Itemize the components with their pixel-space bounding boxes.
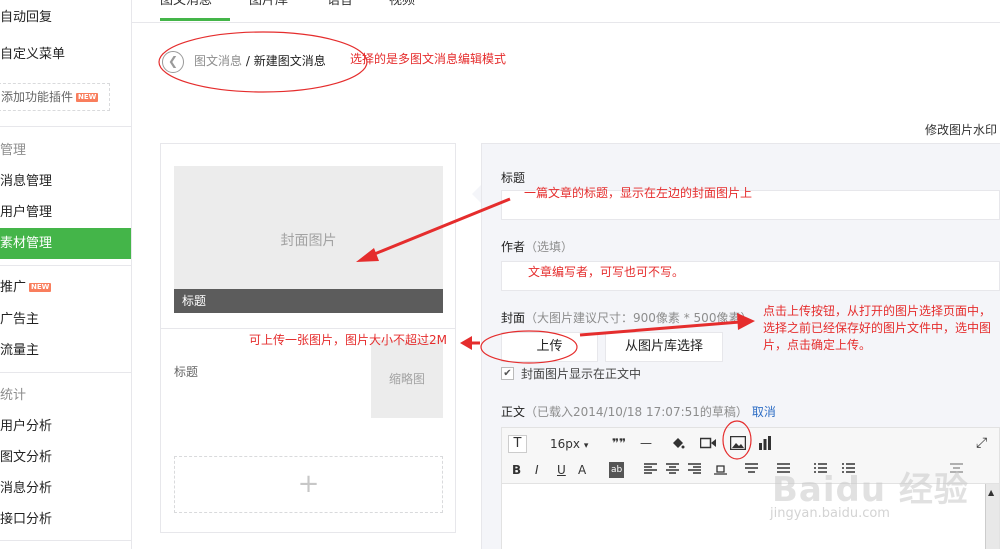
select-from-library-button[interactable]: 从图片库选择 bbox=[605, 332, 723, 362]
breadcrumb: 图文消息 / 新建图文消息 bbox=[194, 52, 326, 70]
font-color-icon[interactable]: A bbox=[578, 462, 586, 478]
baidu-watermark-logo: Baidu 经验 bbox=[772, 470, 969, 510]
chevron-down-icon: ▾ bbox=[583, 441, 589, 451]
cover-label: 封面（大图片建议尺寸：900像素 * 500像素） bbox=[501, 310, 752, 326]
title-label: 标题 bbox=[501, 171, 526, 185]
breadcrumb-current: 新建图文消息 bbox=[253, 54, 326, 68]
sidebar-item-api-analysis[interactable]: 接口分析 bbox=[0, 504, 131, 535]
align-center-icon[interactable] bbox=[666, 463, 679, 475]
paint-bucket-icon[interactable] bbox=[670, 436, 685, 450]
chart-icon[interactable] bbox=[758, 436, 772, 450]
underline-icon[interactable]: U bbox=[557, 462, 566, 478]
sidebar-item-user-analysis[interactable]: 用户分析 bbox=[0, 411, 131, 442]
video-icon[interactable] bbox=[700, 437, 717, 449]
divider bbox=[0, 265, 131, 266]
tab-video[interactable]: 视频 bbox=[389, 0, 415, 21]
tab-bar: 图文消息 图片库 语音 视频 bbox=[132, 0, 1000, 23]
cover-hint: （大图片建议尺寸：900像素 * 500像素） bbox=[525, 311, 753, 325]
cancel-draft-link[interactable]: 取消 bbox=[752, 405, 776, 419]
draft-hint: （已载入2014/10/18 17:07:51的草稿） bbox=[525, 405, 748, 419]
divider bbox=[0, 372, 131, 373]
show-cover-label: 封面图片显示在正文中 bbox=[521, 367, 642, 381]
back-icon[interactable]: ❮ bbox=[162, 51, 184, 73]
baidu-watermark-url: jingyan.baidu.com bbox=[770, 506, 890, 521]
annotation-mode: 选择的是多图文消息编辑模式 bbox=[350, 52, 507, 66]
italic-icon[interactable]: I bbox=[535, 462, 539, 478]
sidebar-item-traffic-owner[interactable]: 流量主 bbox=[0, 335, 131, 366]
editor-toolbar: T 16px ▾ ❞❞ — ⤢ bbox=[501, 427, 1000, 458]
breadcrumb-parent[interactable]: 图文消息 bbox=[194, 54, 242, 68]
paragraph-spacing-icon[interactable] bbox=[745, 463, 758, 475]
tab-image-library[interactable]: 图片库 bbox=[249, 0, 288, 21]
font-size-value: 16px bbox=[550, 437, 580, 451]
sidebar-item-article-analysis[interactable]: 图文分析 bbox=[0, 442, 131, 473]
background-color-icon[interactable]: ab bbox=[609, 462, 625, 478]
bold-icon[interactable]: B bbox=[512, 462, 521, 478]
edit-watermark-link[interactable]: 修改图片水印 bbox=[925, 121, 997, 138]
sidebar-item-material-manage[interactable]: 素材管理 bbox=[0, 228, 131, 259]
arrowhead-upload-left bbox=[460, 336, 472, 350]
sidebar: 自动回复 自定义菜单 添加功能插件 NEW 管理 消息管理 用户管理 素材管理 推… bbox=[0, 0, 132, 549]
sidebar-item-msg-manage[interactable]: 消息管理 bbox=[0, 166, 131, 197]
author-label-text: 作者 bbox=[501, 240, 526, 254]
sidebar-item-auto-reply[interactable]: 自动回复 bbox=[0, 8, 131, 28]
annotation-author: 文章编写者，可写也可不写。 bbox=[528, 265, 685, 279]
divider bbox=[161, 328, 455, 329]
article-item-title[interactable]: 标题 bbox=[174, 363, 198, 380]
thumbnail-placeholder[interactable]: 缩略图 bbox=[371, 340, 443, 418]
sidebar-item-user-manage[interactable]: 用户管理 bbox=[0, 197, 131, 228]
tab-article[interactable]: 图文消息 bbox=[160, 0, 230, 21]
align-right-icon[interactable] bbox=[688, 463, 701, 475]
sidebar-item-msg-analysis[interactable]: 消息分析 bbox=[0, 473, 131, 504]
image-insert-icon[interactable] bbox=[730, 436, 746, 450]
text-format-icon[interactable]: T bbox=[508, 435, 527, 453]
cover-label-text: 封面 bbox=[501, 311, 526, 325]
cover-title: 标题 bbox=[174, 289, 443, 313]
group-title-promo: 推广 NEW bbox=[0, 278, 52, 298]
horizontal-rule-icon[interactable]: — bbox=[640, 435, 652, 451]
font-size-select[interactable]: 16px ▾ bbox=[550, 436, 588, 454]
annotation-title: 一篇文章的标题，显示在左边的封面图片上 bbox=[524, 186, 753, 200]
valign-icon[interactable] bbox=[714, 463, 727, 475]
align-left-icon[interactable] bbox=[644, 463, 657, 475]
scrollbar[interactable]: ▲ bbox=[985, 484, 999, 549]
author-label: 作者（选填） bbox=[501, 239, 573, 255]
body-label-text: 正文 bbox=[501, 405, 526, 419]
add-article-button[interactable]: + bbox=[174, 456, 443, 513]
add-plugin-button[interactable]: 添加功能插件 NEW bbox=[0, 83, 110, 111]
annotation-upload-left: 可上传一张图片，图片大小不超过2M bbox=[249, 333, 447, 347]
group-title-stats: 统计 bbox=[0, 388, 27, 403]
group-promo-label: 推广 bbox=[0, 280, 27, 295]
divider bbox=[0, 126, 131, 127]
new-badge: NEW bbox=[76, 93, 99, 102]
breadcrumb-sep: / bbox=[242, 54, 254, 68]
group-title-manage: 管理 bbox=[0, 143, 27, 158]
divider bbox=[0, 540, 131, 541]
quote-icon[interactable]: ❞❞ bbox=[612, 435, 626, 451]
show-cover-checkbox[interactable]: ✔ bbox=[501, 367, 514, 380]
annotation-upload-right: 点击上传按钮，从打开的图片选择页面中，选择之前已经保存好的图片文件中，选中图片，… bbox=[763, 304, 992, 352]
sidebar-item-advertiser[interactable]: 广告主 bbox=[0, 304, 131, 335]
new-badge: NEW bbox=[29, 283, 52, 292]
sidebar-item-custom-menu[interactable]: 自定义菜单 bbox=[0, 45, 131, 65]
fullscreen-icon[interactable]: ⤢ bbox=[976, 435, 987, 451]
tab-voice[interactable]: 语音 bbox=[327, 0, 353, 21]
author-hint: （选填） bbox=[525, 240, 574, 254]
body-label: 正文（已载入2014/10/18 17:07:51的草稿） 取消 bbox=[501, 403, 776, 420]
add-plugin-label: 添加功能插件 bbox=[1, 90, 74, 104]
scroll-up-icon[interactable]: ▲ bbox=[988, 488, 994, 497]
upload-button[interactable]: 上传 bbox=[501, 332, 598, 362]
cover-image-placeholder[interactable]: 封面图片 标题 bbox=[174, 166, 443, 313]
cover-placeholder-text: 封面图片 bbox=[280, 233, 337, 249]
